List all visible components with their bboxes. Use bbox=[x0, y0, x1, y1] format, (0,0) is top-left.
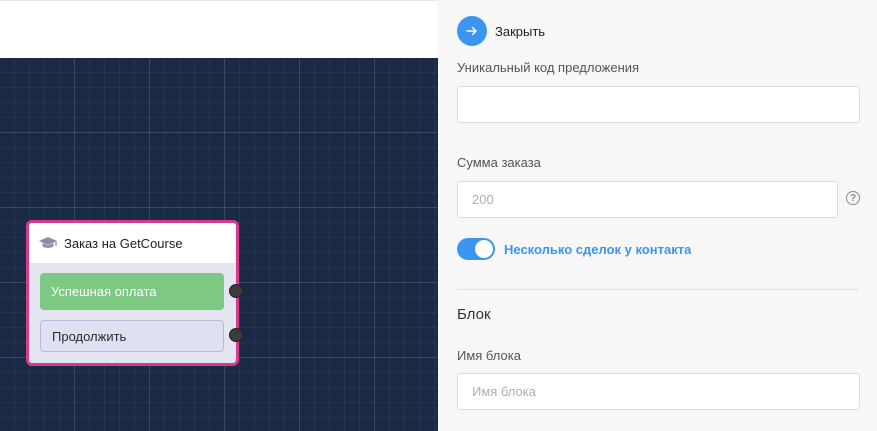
block-section-title: Блок bbox=[457, 306, 491, 323]
node-output-continue[interactable]: Продолжить bbox=[40, 320, 224, 352]
multiple-deals-toggle[interactable] bbox=[457, 238, 495, 260]
offer-code-input[interactable] bbox=[457, 86, 860, 123]
close-label: Закрыть bbox=[495, 23, 546, 39]
output-port-success[interactable] bbox=[229, 284, 243, 298]
node-title: Заказ на GetCourse bbox=[64, 235, 183, 251]
block-name-input[interactable] bbox=[457, 373, 860, 410]
order-sum-input[interactable] bbox=[457, 181, 838, 218]
node-header[interactable]: Заказ на GetCourse bbox=[29, 223, 236, 263]
flow-node-getcourse-order[interactable]: Заказ на GetCourse Успешная оплата Продо… bbox=[26, 220, 243, 366]
node-output-success-payment[interactable]: Успешная оплата bbox=[40, 273, 224, 310]
multiple-deals-row: Несколько сделок у контакта bbox=[457, 238, 691, 260]
multiple-deals-label[interactable]: Несколько сделок у контакта bbox=[504, 242, 691, 257]
order-sum-label: Сумма заказа bbox=[457, 155, 541, 170]
settings-panel: Закрыть Уникальный код предложения Сумма… bbox=[438, 0, 877, 431]
section-divider bbox=[457, 289, 859, 290]
toggle-knob bbox=[475, 240, 493, 258]
block-name-label: Имя блока bbox=[457, 348, 521, 363]
graduation-cap-icon bbox=[38, 236, 58, 250]
arrow-right-icon[interactable] bbox=[457, 16, 487, 46]
close-button[interactable]: Закрыть bbox=[457, 16, 545, 46]
offer-code-label: Уникальный код предложения bbox=[457, 60, 640, 75]
top-toolbar bbox=[0, 0, 438, 58]
output-port-continue[interactable] bbox=[229, 328, 243, 342]
flow-canvas[interactable]: Заказ на GetCourse Успешная оплата Продо… bbox=[0, 58, 438, 431]
question-circle-icon[interactable]: ? bbox=[846, 191, 860, 205]
